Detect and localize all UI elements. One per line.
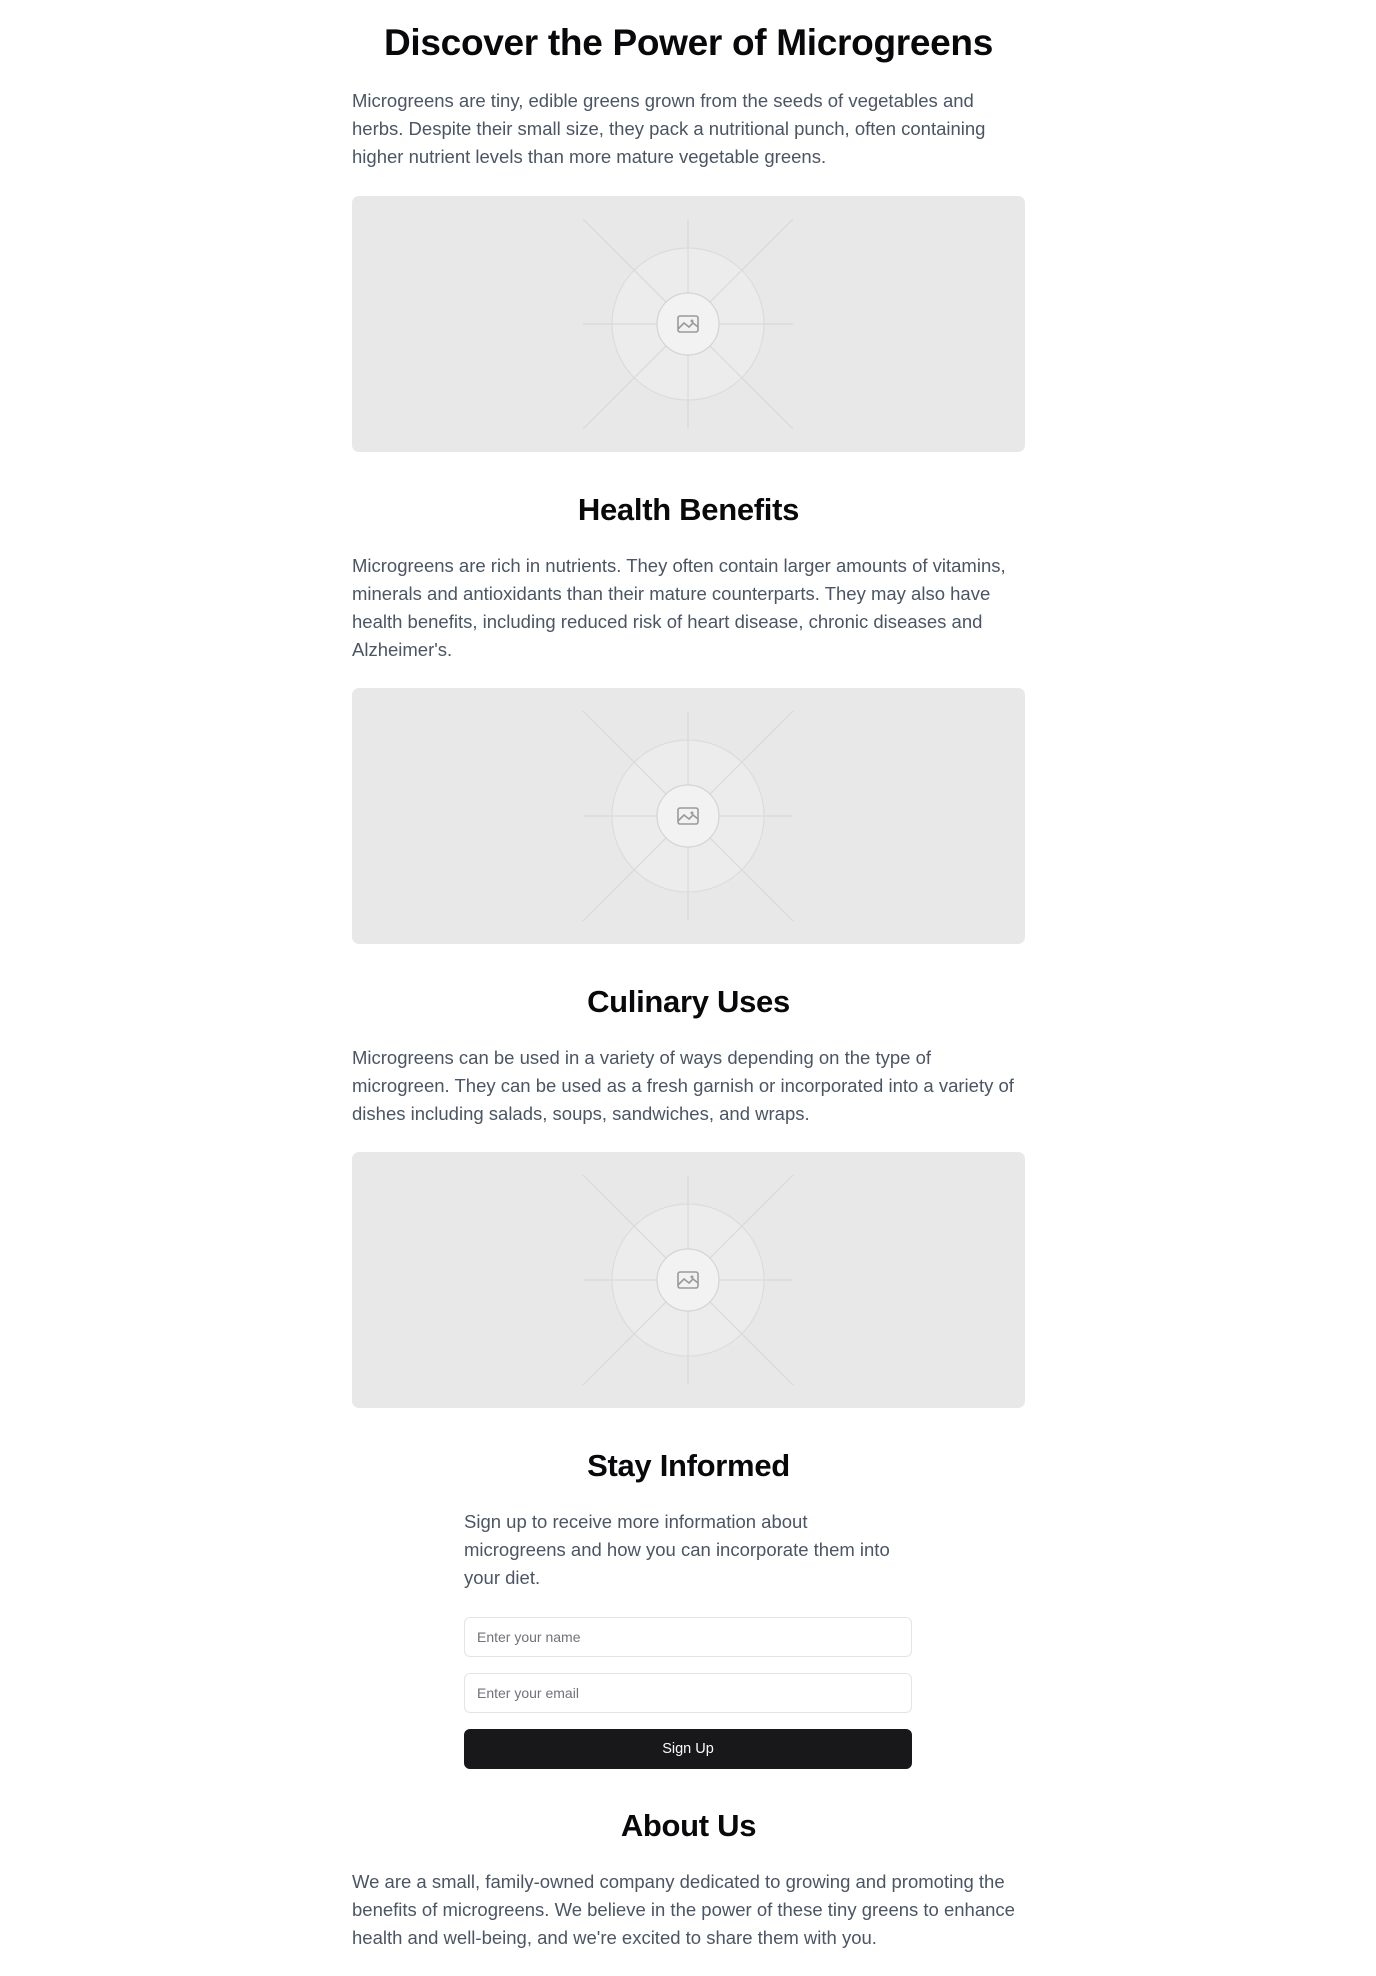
image-placeholder-icon <box>582 1174 794 1386</box>
email-input[interactable] <box>464 1673 912 1713</box>
culinary-image-placeholder <box>352 1152 1025 1408</box>
culinary-title: Culinary Uses <box>587 984 790 1019</box>
culinary-text: Microgreens can be used in a variety of … <box>352 1047 1014 1124</box>
health-image-placeholder <box>352 688 1025 944</box>
page: Discover the Power of Microgreens Microg… <box>0 0 1376 1976</box>
about-text: We are a small, family-owned company ded… <box>352 1871 1015 1948</box>
sign-up-button[interactable]: Sign Up <box>464 1729 912 1769</box>
name-input[interactable] <box>464 1617 912 1657</box>
signup-text: Sign up to receive more information abou… <box>464 1511 890 1588</box>
hero-image-placeholder <box>352 196 1025 452</box>
image-placeholder-icon <box>582 218 794 430</box>
hero-text: Microgreens are tiny, edible greens grow… <box>352 90 986 167</box>
page-title: Discover the Power of Microgreens <box>383 22 993 63</box>
health-text: Microgreens are rich in nutrients. They … <box>352 555 1006 660</box>
health-title: Health Benefits <box>577 492 800 527</box>
about-title: About Us <box>620 1808 757 1843</box>
signup-title: Stay Informed <box>587 1448 790 1483</box>
image-placeholder-icon <box>582 710 794 922</box>
